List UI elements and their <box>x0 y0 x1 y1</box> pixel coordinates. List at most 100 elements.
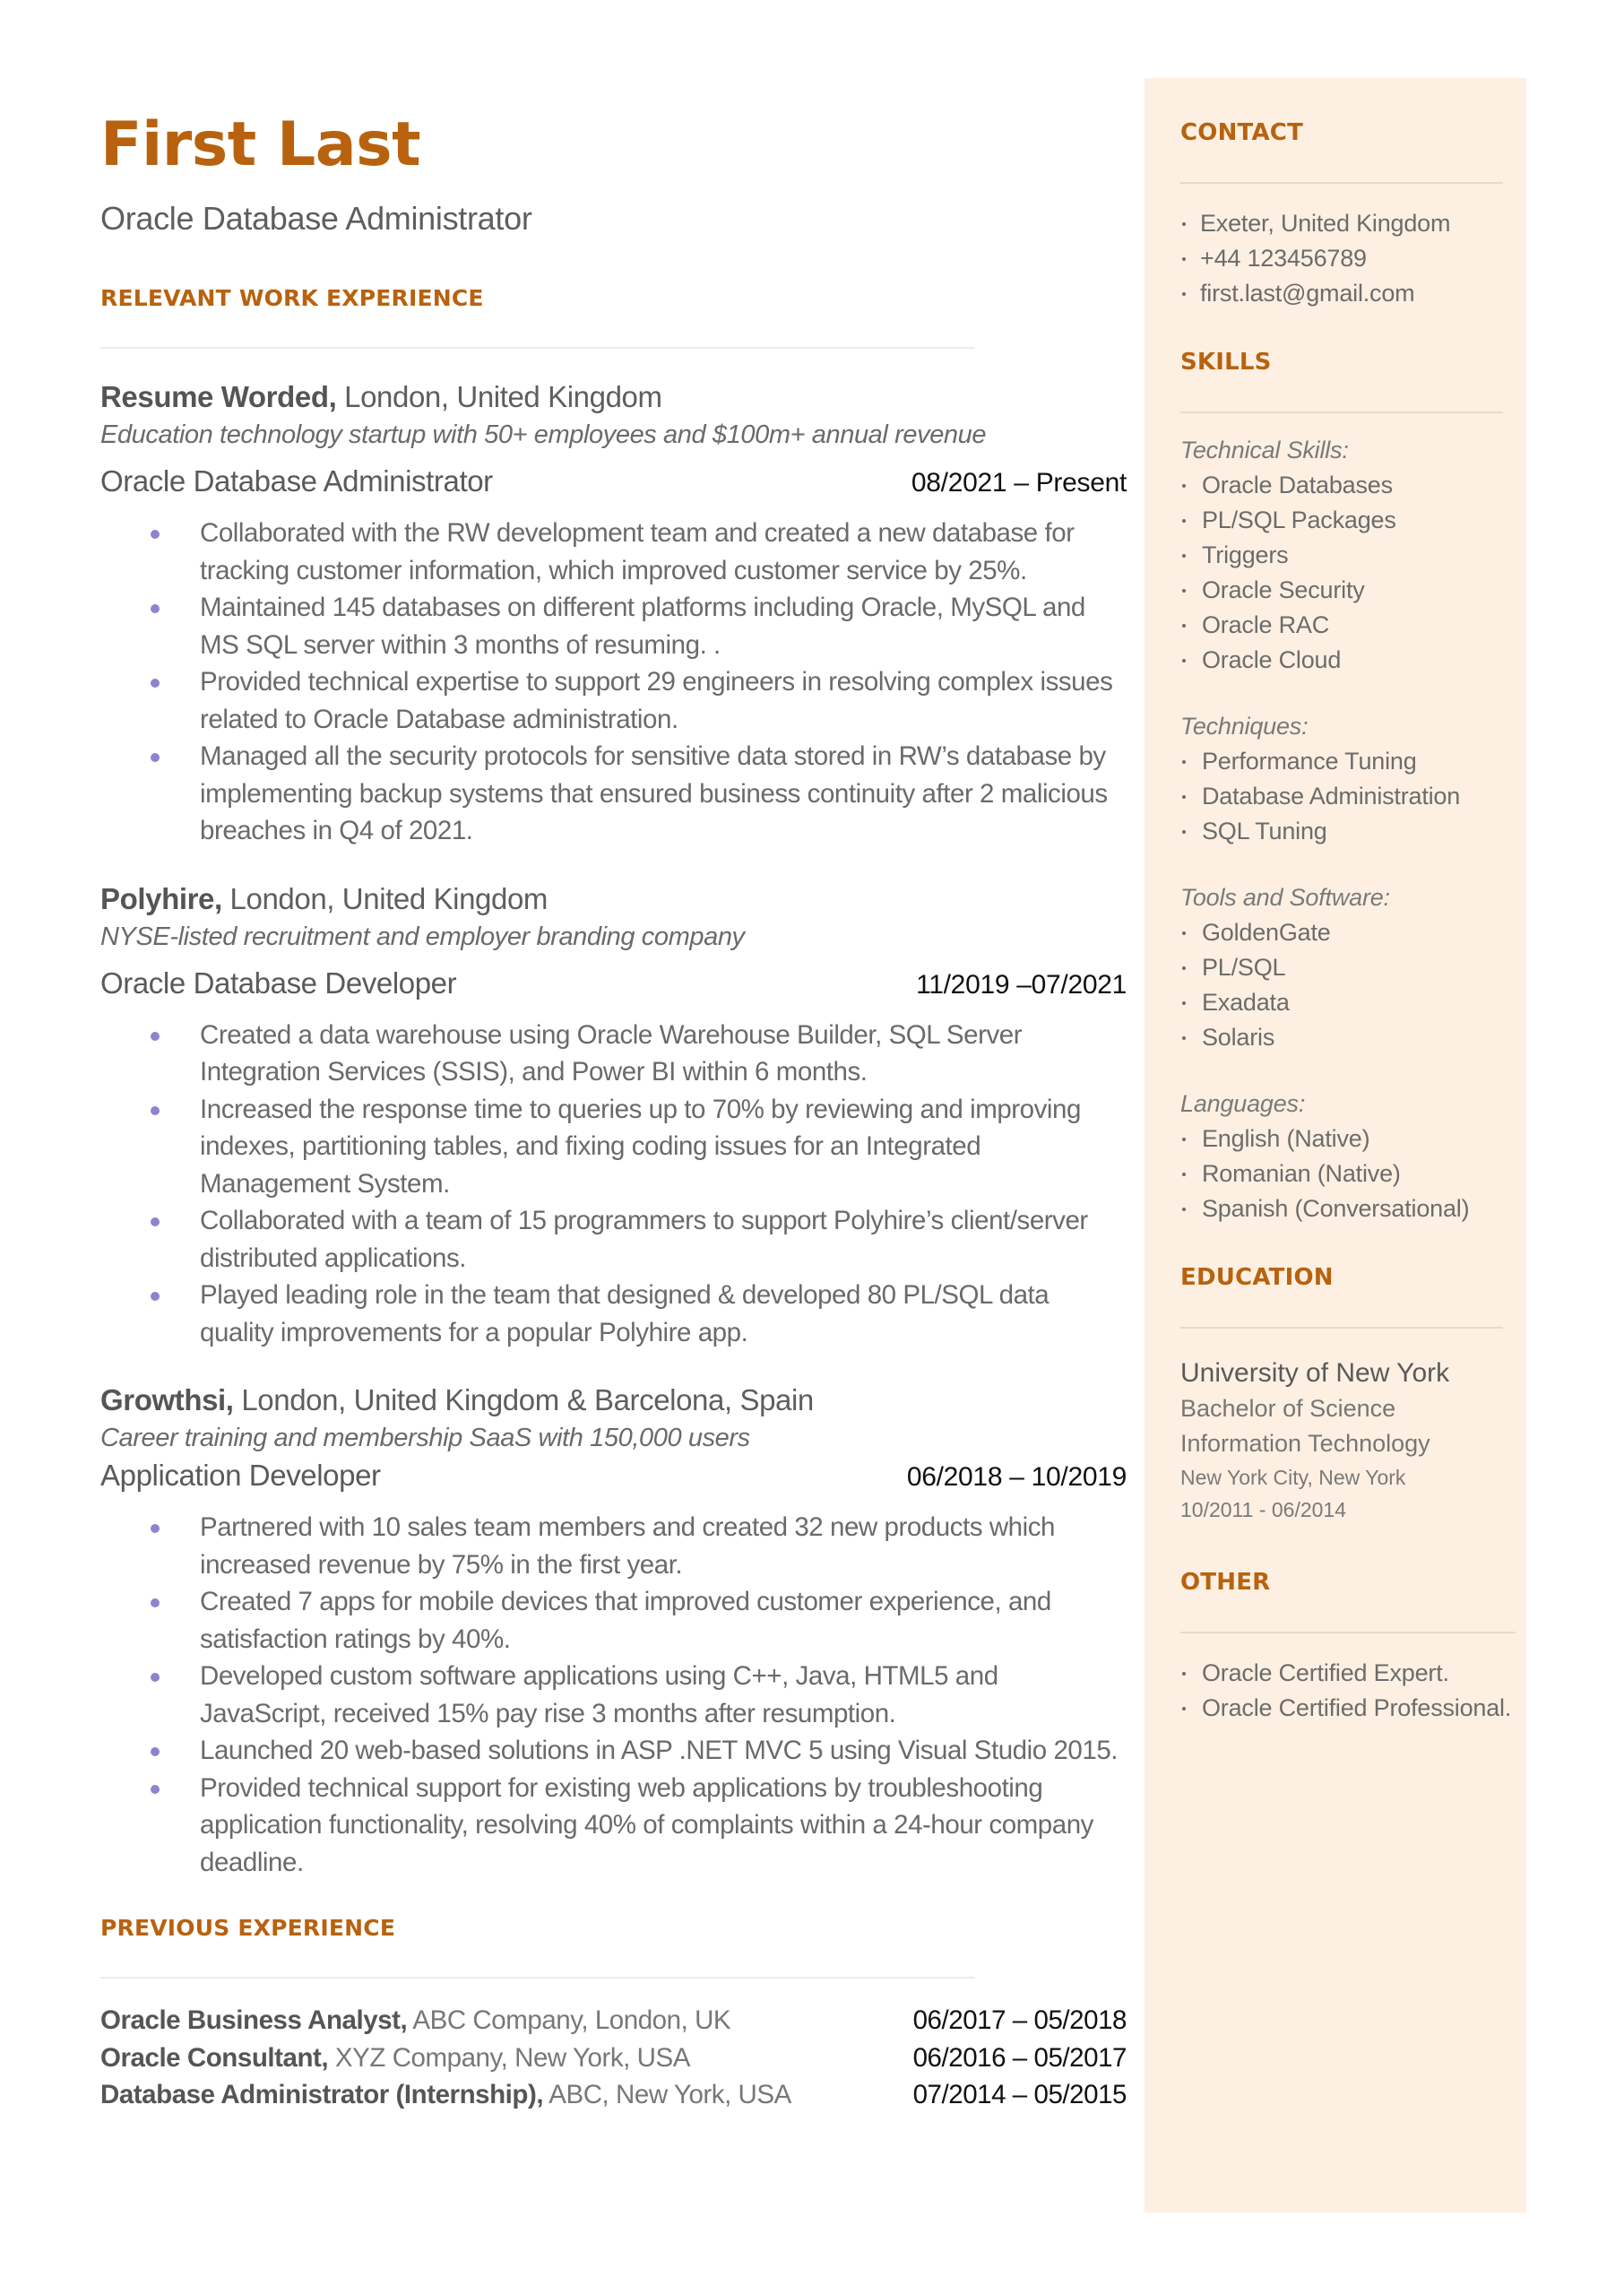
bullet-list: Partnered with 10 sales team members and… <box>100 1509 1127 1881</box>
previous-role: Database Administrator (Internship), ABC… <box>100 2076 791 2114</box>
job-list: Resume Worded, London, United Kingdom Edu… <box>100 378 1127 1881</box>
bullet-dot-icon <box>1182 222 1186 226</box>
bullet-item: Created 7 apps for mobile devices that i… <box>100 1583 1127 1658</box>
sidebar: CONTACT Exeter, United Kingdom +44 123456… <box>1145 78 1526 2213</box>
skill-item: Solaris <box>1180 1020 1512 1055</box>
bullet-dot-icon <box>151 1031 160 1041</box>
bullet-dot-icon <box>1182 624 1186 628</box>
skill-item: English (Native) <box>1180 1122 1512 1156</box>
bullet-dot-icon <box>151 1292 160 1301</box>
bullet-dot-icon <box>1182 292 1186 296</box>
skill-item-text: Database Administration <box>1202 783 1461 810</box>
bullet-text: Managed all the security protocols for s… <box>200 741 1108 845</box>
contact-item-text: +44 123456789 <box>1200 245 1367 272</box>
company-name: Polyhire, <box>100 881 222 915</box>
contact-item: +44 123456789 <box>1180 241 1512 276</box>
bullet-item: Collaborated with a team of 15 programme… <box>100 1202 1127 1277</box>
education-dates: 10/2011 - 06/2014 <box>1180 1498 1347 1521</box>
bullet-item: Increased the response time to queries u… <box>100 1091 1127 1203</box>
previous-org: ABC Company, London, UK <box>407 2005 731 2035</box>
role-row: Oracle Database Developer 11/2019 –07/202… <box>100 965 1127 1004</box>
bullet-dot-icon <box>151 1217 160 1226</box>
skill-item: GoldenGate <box>1180 915 1512 950</box>
bullet-text: Created a data warehouse using Oracle Wa… <box>200 1019 1023 1087</box>
skill-item: Spanish (Conversational) <box>1180 1191 1512 1226</box>
education-field: Information Technology <box>1180 1430 1430 1457</box>
section-divider <box>1180 411 1503 413</box>
skill-item-text: Triggers <box>1202 541 1289 568</box>
bullet-dot-icon <box>1182 1208 1186 1211</box>
previous-experience-list: Oracle Business Analyst, ABC Company, Lo… <box>100 2002 1127 2114</box>
bullet-dot-icon <box>1182 554 1186 558</box>
section-heading-education: EDUCATION <box>1180 1264 1334 1291</box>
bullet-dot-icon <box>151 1784 160 1794</box>
main-column: First Last Oracle Database Administrator… <box>100 115 1127 2114</box>
section-heading-work: RELEVANT WORK EXPERIENCE <box>100 285 484 311</box>
bullet-list: Created a data warehouse using Oracle Wa… <box>100 1017 1127 1352</box>
skill-item-text: Oracle Security <box>1202 576 1365 603</box>
bullet-item: Launched 20 web-based solutions in ASP .… <box>100 1732 1127 1770</box>
previous-org: ABC, New York, USA <box>543 2080 791 2109</box>
contact-item-text: first.last@gmail.com <box>1200 280 1415 307</box>
skill-item-text: Romanian (Native) <box>1202 1160 1401 1187</box>
bullet-dot-icon <box>151 604 160 613</box>
previous-title: Database Administrator (Internship), <box>100 2080 544 2109</box>
skill-item-text: Performance Tuning <box>1202 748 1417 775</box>
skill-item-text: SQL Tuning <box>1202 818 1327 844</box>
previous-role: Oracle Consultant, XYZ Company, New York… <box>100 2040 690 2077</box>
bullet-dot-icon <box>1182 760 1186 764</box>
skill-item: Oracle Databases <box>1180 468 1512 503</box>
job-entry: Resume Worded, London, United Kingdom Edu… <box>100 378 1127 850</box>
bullet-item: Provided technical expertise to support … <box>100 663 1127 738</box>
skill-list: Oracle Databases PL/SQL Packages Triggers O… <box>1180 468 1512 678</box>
bullet-dot-icon <box>1182 966 1186 970</box>
other-item-text: Oracle Certified Expert. <box>1202 1659 1449 1686</box>
section-divider <box>100 1977 975 1979</box>
skill-list: GoldenGate PL/SQL Exadata Solaris <box>1180 915 1512 1055</box>
bullet-item: Managed all the security protocols for s… <box>100 738 1127 850</box>
company-description: Career training and membership SaaS with… <box>100 1424 750 1452</box>
bullet-dot-icon <box>1182 1707 1186 1710</box>
bullet-dot-icon <box>1182 659 1186 663</box>
section-divider <box>1180 182 1503 184</box>
bullet-text: Played leading role in the team that des… <box>200 1280 1050 1347</box>
skill-item-text: GoldenGate <box>1202 919 1331 946</box>
candidate-name: First Last <box>100 109 421 180</box>
bullet-dot-icon <box>151 1105 160 1115</box>
job-role: Oracle Database Administrator <box>100 464 493 498</box>
bullet-dot-icon <box>1182 1001 1186 1005</box>
bullet-dot-icon <box>1182 484 1186 488</box>
skill-item-text: Oracle Databases <box>1202 472 1393 498</box>
skill-group-label: Techniques: <box>1180 713 1309 740</box>
skill-list: English (Native) Romanian (Native) Spanish… <box>1180 1122 1512 1226</box>
skill-item-text: Solaris <box>1202 1024 1275 1051</box>
contact-item-text: Exeter, United Kingdom <box>1200 210 1451 237</box>
skill-item: SQL Tuning <box>1180 814 1512 849</box>
section-divider <box>100 347 975 349</box>
skill-item: Romanian (Native) <box>1180 1156 1512 1191</box>
job-entry: Growthsi, London, United Kingdom & Barce… <box>100 1381 1127 1881</box>
company-location: London, United Kingdom & Barcelona, Spai… <box>233 1383 814 1416</box>
bullet-text: Developed custom software applications u… <box>200 1661 998 1728</box>
skill-item: PL/SQL <box>1180 950 1512 985</box>
company-line: Resume Worded, London, United Kingdom <box>100 378 1127 416</box>
job-dates: 08/2021 – Present <box>911 468 1127 498</box>
bullet-dot-icon <box>1182 589 1186 593</box>
contact-item: Exeter, United Kingdom <box>1180 206 1512 241</box>
previous-dates: 07/2014 – 05/2015 <box>912 2080 1127 2109</box>
company-description: Education technology startup with 50+ em… <box>100 420 987 449</box>
other-item-text: Oracle Certified Professional. <box>1202 1694 1512 1721</box>
previous-dates: 06/2016 – 05/2017 <box>912 2042 1127 2073</box>
bullet-dot-icon <box>151 530 160 539</box>
skill-group-label: Technical Skills: <box>1180 437 1349 463</box>
education-degree: Bachelor of Science <box>1180 1395 1396 1422</box>
bullet-dot-icon <box>151 1598 160 1607</box>
skill-item: Performance Tuning <box>1180 744 1512 779</box>
bullet-dot-icon <box>151 1747 160 1756</box>
bullet-text: Launched 20 web-based solutions in ASP .… <box>200 1736 1119 1765</box>
role-row: Oracle Database Administrator 08/2021 – P… <box>100 463 1127 502</box>
section-heading-skills: SKILLS <box>1180 349 1272 376</box>
bullet-dot-icon <box>1182 519 1186 523</box>
skill-item: Oracle Security <box>1180 573 1512 608</box>
bullet-item: Created a data warehouse using Oracle Wa… <box>100 1017 1127 1091</box>
